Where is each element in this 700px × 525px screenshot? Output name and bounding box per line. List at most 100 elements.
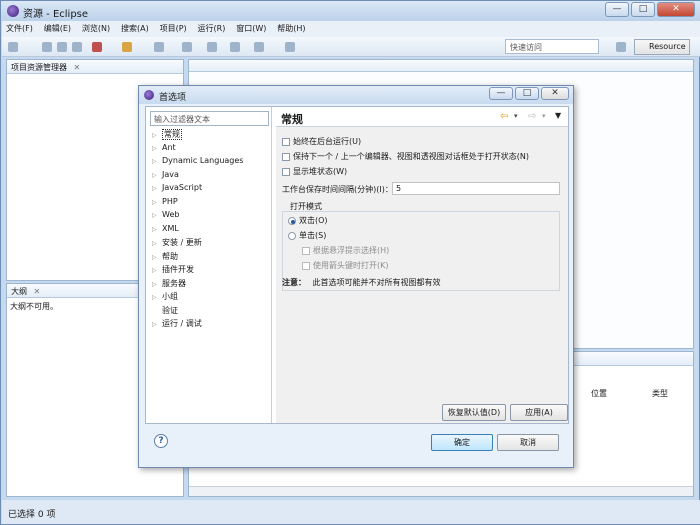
- tree-item[interactable]: ▷ 常规: [150, 129, 269, 143]
- dialog-minimize-button[interactable]: —: [489, 87, 513, 100]
- ok-button[interactable]: 确定: [431, 434, 493, 451]
- minimize-button[interactable]: —: [605, 2, 629, 17]
- new-icon[interactable]: [8, 42, 18, 52]
- expand-arrow-icon[interactable]: ▷: [152, 254, 162, 261]
- arrow-open-checkbox: 使用箭头键时打开(K): [302, 260, 389, 271]
- tree-item[interactable]: ▷ PHP: [150, 197, 269, 211]
- menu-project[interactable]: 项目(P): [156, 21, 191, 36]
- status-bar: 已选择 0 项: [2, 500, 700, 524]
- tree-item-label: XML: [162, 223, 179, 233]
- help-icon[interactable]: ?: [154, 434, 168, 448]
- dialog-close-button[interactable]: ✕: [541, 87, 569, 100]
- tree-item[interactable]: ▷ JavaScript: [150, 183, 269, 197]
- splitter[interactable]: [271, 107, 272, 423]
- view-menu-icon[interactable]: ▼: [555, 111, 561, 120]
- radio-dot[interactable]: [288, 216, 296, 225]
- expand-arrow-icon[interactable]: ▷: [152, 212, 162, 219]
- quick-access-input[interactable]: 快速访问: [505, 39, 599, 54]
- tree-item[interactable]: ▷ Web: [150, 210, 269, 224]
- expand-arrow-icon[interactable]: ▷: [152, 185, 162, 192]
- menu-navigate[interactable]: 浏览(N): [78, 21, 114, 36]
- save-all-icon[interactable]: [57, 42, 67, 52]
- back-arrow-icon[interactable]: ⇦: [500, 111, 508, 122]
- double-click-radio[interactable]: 双击(O): [288, 215, 328, 226]
- horizontal-scrollbar[interactable]: [189, 486, 693, 496]
- expand-arrow-icon[interactable]: ▷: [152, 240, 162, 247]
- tree-item[interactable]: ▷ 运行 / 调试: [150, 318, 269, 332]
- resource-perspective-button[interactable]: Resource: [634, 39, 690, 55]
- checkbox-label: 使用箭头键时打开(K): [313, 261, 389, 270]
- tree-item[interactable]: ▷ Dynamic Languages: [150, 156, 269, 170]
- tree-item-label: Dynamic Languages: [162, 156, 244, 165]
- radio-dot[interactable]: [288, 231, 296, 240]
- maximize-button[interactable]: □: [631, 2, 655, 17]
- save-icon[interactable]: [42, 42, 52, 52]
- close-icon[interactable]: ✕: [74, 63, 81, 72]
- menu-run[interactable]: 运行(R): [194, 21, 230, 36]
- menu-window[interactable]: 窗口(W): [232, 21, 270, 36]
- expand-arrow-icon[interactable]: ▷: [152, 145, 162, 152]
- save-interval-label: 工作台保存时间间隔(分钟)(I)：: [282, 185, 393, 194]
- tree-item[interactable]: ▷ 小组: [150, 291, 269, 305]
- filter-input[interactable]: 输入过滤器文本: [150, 111, 269, 126]
- tree-item-label: 服务器: [162, 278, 186, 288]
- save-interval-input[interactable]: 5: [392, 182, 560, 195]
- tree-item[interactable]: ▷ Ant: [150, 143, 269, 157]
- checkbox-box[interactable]: [282, 167, 290, 176]
- menu-file[interactable]: 文件(F): [2, 21, 37, 36]
- checkbox-box[interactable]: [282, 137, 290, 146]
- expand-arrow-icon[interactable]: ▷: [152, 321, 162, 328]
- debug-icon[interactable]: [92, 42, 102, 52]
- external-tools-icon[interactable]: [122, 42, 132, 52]
- last-edit-icon[interactable]: [254, 42, 264, 52]
- open-type-icon[interactable]: [154, 42, 164, 52]
- run-in-background-checkbox[interactable]: 始终在后台运行(U): [282, 136, 361, 147]
- single-click-radio[interactable]: 单击(S): [288, 230, 326, 241]
- cancel-button[interactable]: 取消: [497, 434, 559, 451]
- chevron-down-icon[interactable]: ▾: [514, 112, 518, 120]
- keep-dialogs-open-checkbox[interactable]: 保持下一个 / 上一个编辑器、视图和透视图对话框处于打开状态(N): [282, 151, 529, 162]
- expand-arrow-icon[interactable]: ▷: [152, 132, 162, 139]
- checkbox-box[interactable]: [282, 152, 290, 161]
- apply-button[interactable]: 应用(A): [510, 404, 568, 421]
- forward-icon[interactable]: [230, 42, 240, 52]
- outline-tab-label: 大纲: [11, 287, 27, 296]
- dialog-maximize-button[interactable]: □: [515, 87, 539, 100]
- status-text: 已选择 0 项: [8, 510, 56, 520]
- tree-item[interactable]: ▷ Java: [150, 170, 269, 184]
- checkbox-label: 显示堆状态(W): [293, 167, 348, 176]
- show-heap-status-checkbox[interactable]: 显示堆状态(W): [282, 166, 347, 177]
- restore-defaults-button[interactable]: 恢复默认值(D): [442, 404, 506, 421]
- print-icon[interactable]: [72, 42, 82, 52]
- expand-arrow-icon[interactable]: ▷: [152, 199, 162, 206]
- close-button[interactable]: ✕: [657, 2, 695, 17]
- back-icon[interactable]: [207, 42, 217, 52]
- tree-item-label: 验证: [162, 305, 178, 315]
- tree-item[interactable]: ▷ 插件开发: [150, 264, 269, 278]
- menu-help[interactable]: 帮助(H): [273, 21, 309, 36]
- expand-arrow-icon[interactable]: ▷: [152, 172, 162, 179]
- expand-arrow-icon[interactable]: ▷: [152, 226, 162, 233]
- tree-item[interactable]: 验证: [150, 305, 269, 319]
- tree-item[interactable]: ▷ 服务器: [150, 278, 269, 292]
- open-perspective-icon[interactable]: [616, 42, 626, 52]
- expand-arrow-icon[interactable]: ▷: [152, 158, 162, 165]
- expand-arrow-icon[interactable]: ▷: [152, 281, 162, 288]
- expand-arrow-icon[interactable]: ▷: [152, 267, 162, 274]
- tree-item[interactable]: ▷ 帮助: [150, 251, 269, 265]
- tree-item[interactable]: ▷ XML: [150, 224, 269, 238]
- tree-item[interactable]: ▷ 安装 / 更新: [150, 237, 269, 251]
- menu-search[interactable]: 搜索(A): [117, 21, 153, 36]
- menu-edit[interactable]: 编辑(E): [40, 21, 75, 36]
- column-header-location[interactable]: 位置: [591, 388, 607, 399]
- expand-arrow-icon[interactable]: ▷: [152, 294, 162, 301]
- eclipse-app-icon: [144, 90, 154, 100]
- checkbox-box: [302, 261, 310, 270]
- column-header-type[interactable]: 类型: [652, 388, 668, 399]
- tree-item-label: 运行 / 调试: [162, 319, 202, 328]
- close-icon[interactable]: ✕: [34, 287, 41, 296]
- pin-editor-icon[interactable]: [285, 42, 295, 52]
- tree-item-label: 小组: [162, 292, 178, 301]
- project-explorer-tab[interactable]: 项目资源管理器 ✕: [7, 60, 183, 74]
- next-annotation-icon[interactable]: [182, 42, 192, 52]
